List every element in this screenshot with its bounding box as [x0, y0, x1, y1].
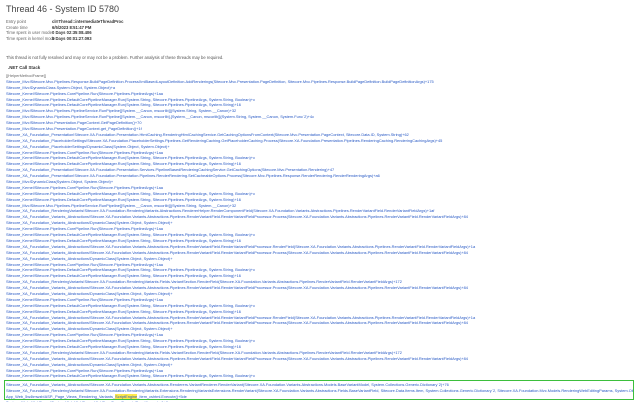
detail-label: Time spent in kernel mode: [6, 35, 56, 41]
detail-value: 0 Days 00:01:27.093: [52, 35, 92, 41]
stack-frame[interactable]: Sitecore_Kernel!Sitecore.Pipelines.Defau…: [6, 373, 634, 379]
warning-message: This thread is not fully resolved and ma…: [6, 55, 224, 60]
highlight-box: [4, 380, 634, 400]
detail-row-kernel-mode: Time spent in kernel mode 0 Days 00:01:2…: [6, 36, 123, 42]
call-stack: [[HelperMethodFrame]] Sitecore_Mvc!Siteco…: [6, 73, 634, 402]
page-title: Thread 46 - System ID 5780: [6, 4, 120, 14]
thread-details: Entry point clr!Thread::intermediateThre…: [6, 19, 123, 41]
thread-report-page: Thread 46 - System ID 5780 Entry point c…: [0, 0, 640, 402]
section-heading: .NET Call Stack: [8, 65, 41, 70]
